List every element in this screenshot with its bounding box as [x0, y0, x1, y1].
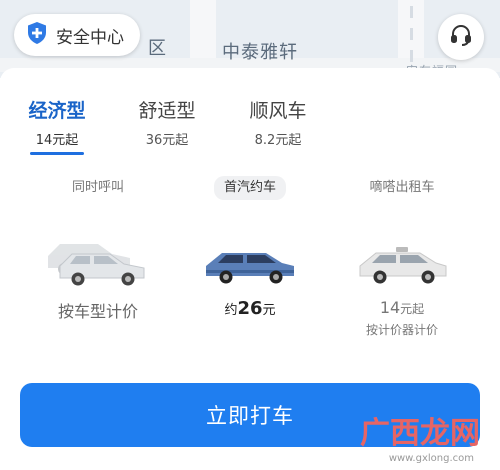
safety-center-button[interactable]: 安全中心 [14, 14, 140, 56]
map-label: 中泰雅轩 [222, 42, 298, 63]
option-dida-taxi[interactable]: 嘀嗒出租车 14元起 按计价器计价 [322, 176, 482, 338]
car-type-tabs: 经济型 14元起 舒适型 36元起 顺风车 8.2元起 [0, 96, 500, 156]
ride-options: 同时呼叫 按车型计价 首汽约车 约26元 嘀嗒出租车 14元起 按计价器计价 [0, 176, 500, 406]
safety-center-label: 安全中心 [56, 27, 124, 48]
tab-label: 经济型 [28, 100, 86, 122]
tab-price: 14元起 [35, 133, 79, 148]
ride-panel: 经济型 14元起 舒适型 36元起 顺风车 8.2元起 同时呼叫 按车型计价 首… [0, 68, 500, 470]
tab-price: 8.2元起 [254, 133, 302, 148]
tab-label: 顺风车 [249, 100, 307, 122]
map-label: 区 [148, 38, 167, 59]
map-road-marking [410, 50, 413, 62]
active-tab-indicator [30, 152, 84, 155]
blue-car-icon [170, 226, 330, 286]
option-simultaneous-call[interactable]: 同时呼叫 按车型计价 [18, 176, 178, 322]
multi-car-icon [18, 226, 178, 286]
tab-price: 36元起 [145, 133, 189, 148]
price-value: 26 [237, 298, 263, 319]
shield-plus-icon [26, 21, 48, 49]
tab-label: 舒适型 [138, 100, 196, 122]
price-value: 14 [379, 298, 401, 317]
watermark: 广西龙网 [360, 408, 480, 452]
map-road-marking [410, 28, 413, 40]
watermark-text: 广西龙网 [360, 416, 480, 451]
taxi-icon [322, 226, 482, 286]
map-road-marking [410, 6, 413, 18]
tab-economy[interactable]: 经济型 14元起 [22, 96, 92, 148]
map-area[interactable]: 区 中泰雅轩 安车福园 安全中心 [0, 0, 500, 78]
option-pricing: 按车型计价 [57, 302, 138, 321]
tab-comfort[interactable]: 舒适型 36元起 [132, 96, 202, 148]
option-tag: 首汽约车 [213, 176, 286, 200]
option-tag: 嘀嗒出租车 [369, 180, 435, 195]
option-tag: 同时呼叫 [71, 180, 124, 195]
option-pricing: 14元起 [322, 298, 482, 317]
watermark-domain: www.gxlong.com [388, 453, 474, 464]
option-shouqi[interactable]: 首汽约车 约26元 [170, 176, 330, 319]
tab-carpool[interactable]: 顺风车 8.2元起 [243, 96, 313, 148]
price-prefix: 约 [224, 303, 238, 318]
option-pricing: 约26元 [170, 298, 330, 319]
price-unit: 元起 [400, 302, 425, 316]
customer-service-button[interactable] [438, 14, 484, 60]
option-pricing-note: 按计价器计价 [365, 323, 438, 337]
price-unit: 元 [262, 303, 276, 318]
headset-icon [449, 23, 473, 51]
